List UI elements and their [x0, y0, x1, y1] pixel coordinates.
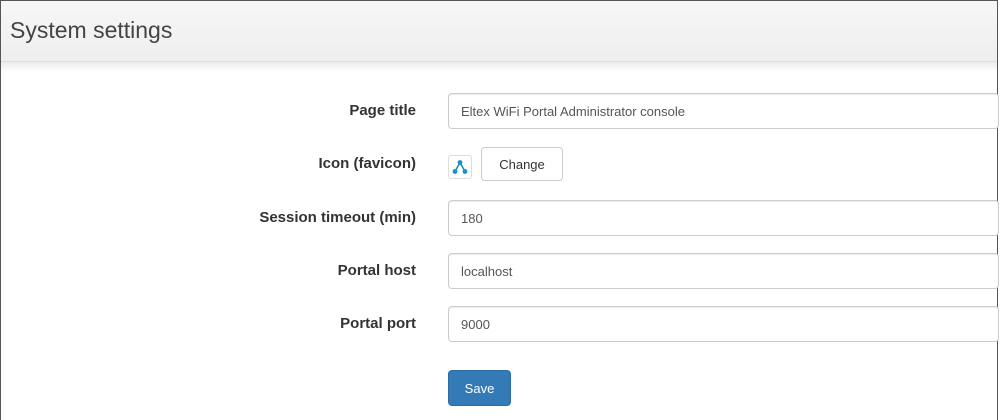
portal-port-row: Portal port [1, 306, 999, 342]
portal-host-row: Portal host [1, 253, 999, 289]
favicon-label: Icon (favicon) [318, 155, 416, 172]
session-timeout-row: Session timeout (min) [1, 200, 999, 236]
session-timeout-label: Session timeout (min) [259, 209, 416, 226]
page-title-row: Page title [1, 93, 999, 129]
page-title-label: Page title [349, 102, 416, 119]
eltex-logo-icon [452, 160, 468, 174]
favicon-row: Icon (favicon) Change [1, 146, 999, 182]
portal-port-input[interactable] [448, 306, 999, 342]
change-favicon-button[interactable]: Change [481, 147, 563, 181]
page-title-input[interactable] [448, 93, 999, 129]
portal-host-input[interactable] [448, 253, 999, 289]
portal-port-label: Portal port [340, 315, 416, 332]
session-timeout-input[interactable] [448, 200, 999, 236]
panel-heading: System settings [1, 1, 997, 62]
save-button[interactable]: Save [448, 370, 511, 406]
settings-panel: System settings Page title Icon (favicon… [0, 0, 999, 420]
favicon-preview [448, 155, 472, 179]
portal-host-label: Portal host [337, 262, 416, 279]
page-title: System settings [10, 17, 173, 43]
heading-shadow [1, 62, 997, 72]
